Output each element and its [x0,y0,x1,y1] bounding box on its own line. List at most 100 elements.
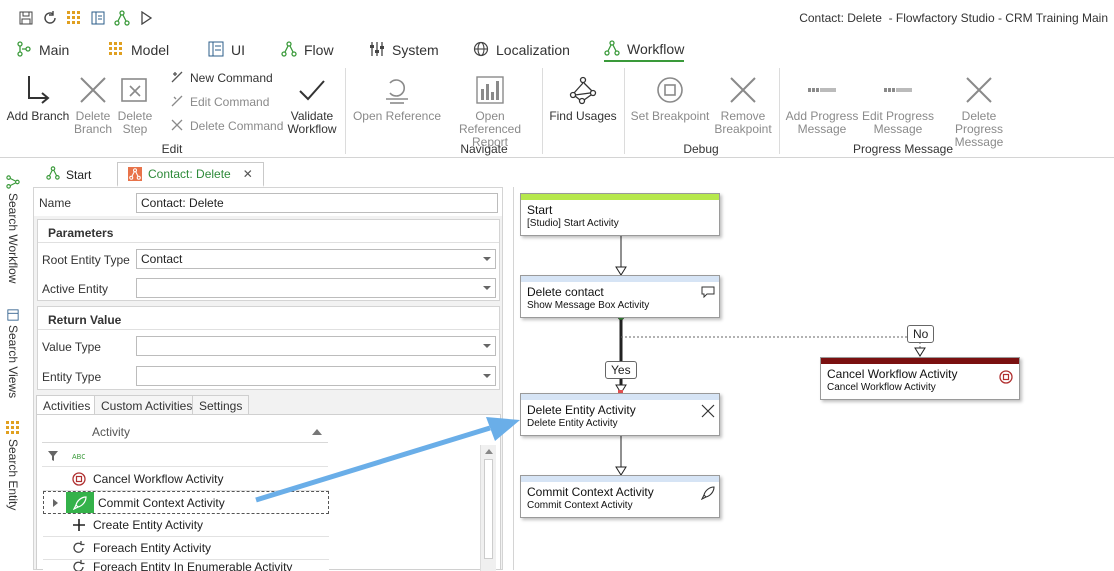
tab-main[interactable]: Main [16,38,69,62]
tab-activities[interactable]: Activities [36,395,98,415]
view-icon [6,309,20,321]
activity-header-label: Activity [92,424,131,439]
node-title: Commit Context Activity [527,485,654,499]
search-views-tab[interactable]: Search Views [6,309,20,398]
delete-step-button[interactable]: Delete Step [116,70,154,136]
edit-progress-message-button[interactable]: Edit Progress Message [860,70,936,136]
delete-branch-button[interactable]: Delete Branch [72,70,114,136]
message-box-icon [701,286,715,301]
sort-ascending-icon[interactable] [312,429,322,435]
filter-row[interactable]: ABC [42,445,328,467]
branch-yes-label[interactable]: Yes [605,361,637,379]
workflow-node-delete-entity[interactable]: Delete Entity Activity Delete Entity Act… [520,393,720,436]
chevron-down-icon [483,286,491,290]
scrollbar-thumb[interactable] [484,459,493,559]
add-progress-message-button[interactable]: Add Progress Message [784,70,860,136]
system-icon [369,41,385,60]
node-title: Start [527,203,553,217]
stop-circle-icon [65,472,93,486]
workflow-node-cancel-workflow[interactable]: Cancel Workflow Activity Cancel Workflow… [820,357,1020,400]
tab-localization[interactable]: Localization [473,38,570,62]
loop-icon [65,541,93,555]
entity-grid-icon[interactable] [66,10,82,26]
value-type-label: Value Type [42,340,101,354]
refresh-icon[interactable] [42,10,58,26]
tab-model[interactable]: Model [108,38,169,62]
node-title: Delete contact [527,285,604,299]
view-icon[interactable] [90,10,106,26]
add-branch-label: Add Branch [6,109,70,123]
find-usages-button[interactable]: Find Usages [548,70,618,123]
node-subtitle: Commit Context Activity [527,500,633,511]
set-breakpoint-button[interactable]: Set Breakpoint [628,70,712,123]
remove-breakpoint-icon [728,70,758,110]
row-gutter [43,560,65,571]
save-icon[interactable] [18,10,34,26]
tab-flow[interactable]: Flow [281,38,334,62]
left-sidebar: Search Workflow Search Views Search Enti… [0,159,30,570]
delete-progress-message-button[interactable]: Delete Progress Message [936,70,1022,149]
name-label: Name [39,196,72,210]
close-icon[interactable]: ✕ [243,167,253,181]
root-entity-select[interactable]: Contact [136,249,496,269]
list-item[interactable]: Create Entity Activity [43,514,329,537]
node-subtitle: Show Message Box Activity [527,300,650,311]
workflow-node-start[interactable]: Start [Studio] Start Activity [520,193,720,236]
tab-ui-label: UI [231,42,245,58]
add-branch-button[interactable]: Add Branch [6,70,70,123]
add-branch-icon [23,70,53,110]
remove-breakpoint-button[interactable]: Remove Breakpoint [712,70,774,136]
abc-filter-icon: ABC [64,450,92,461]
open-referenced-report-button[interactable]: Open Referenced Report [444,70,536,149]
value-type-select[interactable] [136,336,496,356]
rocket-icon [66,492,94,513]
tab-workflow[interactable]: Workflow [604,38,685,62]
scrollbar[interactable] [480,445,496,571]
tab-ui[interactable]: UI [208,38,245,62]
workflow-node-commit-context[interactable]: Commit Context Activity Commit Context A… [520,475,720,518]
workflow-canvas[interactable]: Start [Studio] Start Activity Delete con… [513,187,1114,570]
properties-panel: Name Contact: Delete Parameters Root Ent… [33,187,503,571]
active-entity-select[interactable] [136,278,496,298]
list-item[interactable]: Cancel Workflow Activity [43,468,329,491]
node-header-bar [521,276,719,282]
list-item[interactable]: Foreach Entity Activity [43,537,329,560]
entity-grid-icon [6,421,20,435]
return-value-section: Return Value Value Type Entity Type [37,306,500,390]
search-entity-tab[interactable]: Search Entity [6,421,20,510]
delete-command-button[interactable]: Delete Command [170,115,283,137]
svg-text:ABC: ABC [72,454,85,461]
tab-workflow-label: Workflow [627,41,685,57]
doc-tab-contact-delete[interactable]: Contact: Delete ✕ [117,162,264,187]
search-workflow-tab[interactable]: Search Workflow [6,175,20,283]
scroll-up-icon[interactable] [485,449,493,454]
rocket-icon [700,486,715,503]
list-item-selected[interactable]: Commit Context Activity [43,491,329,514]
ribbon: Add Branch Delete Branch Delete Step New… [0,64,1114,158]
activities-list: Activity ABC Cancel Workflow Activity Co… [36,414,501,571]
list-item[interactable]: Foreach Entity In Enumerable Activity [43,560,329,571]
run-icon[interactable] [138,10,154,26]
branch-no-label[interactable]: No [907,325,935,343]
tab-custom-activities[interactable]: Custom Activities [94,395,200,415]
globe-icon [473,41,489,60]
new-command-button[interactable]: New Command [170,67,273,89]
doc-tab-start[interactable]: Start [36,162,101,187]
tab-settings[interactable]: Settings [192,395,250,415]
list-item-label: Foreach Entity In Enumerable Activity [93,560,293,571]
name-field[interactable]: Contact: Delete [136,193,498,213]
activity-column-header[interactable]: Activity [42,421,328,443]
validate-workflow-button[interactable]: Validate Workflow [284,70,340,136]
row-expander[interactable] [44,492,66,513]
ui-icon [208,41,224,60]
doc-tab-contact-delete-label: Contact: Delete [148,167,231,181]
open-reference-button[interactable]: Open Reference [352,70,442,123]
workflow-node-delete-contact[interactable]: Delete contact Show Message Box Activity [520,275,720,318]
navigate-group-label: Navigate [460,142,508,156]
tab-system[interactable]: System [369,38,439,62]
flow-icon[interactable] [114,10,130,26]
entity-type-label: Entity Type [42,370,102,384]
entity-type-select[interactable] [136,366,496,386]
edit-command-button[interactable]: Edit Command [170,91,269,113]
debug-group-label: Debug [683,142,719,156]
